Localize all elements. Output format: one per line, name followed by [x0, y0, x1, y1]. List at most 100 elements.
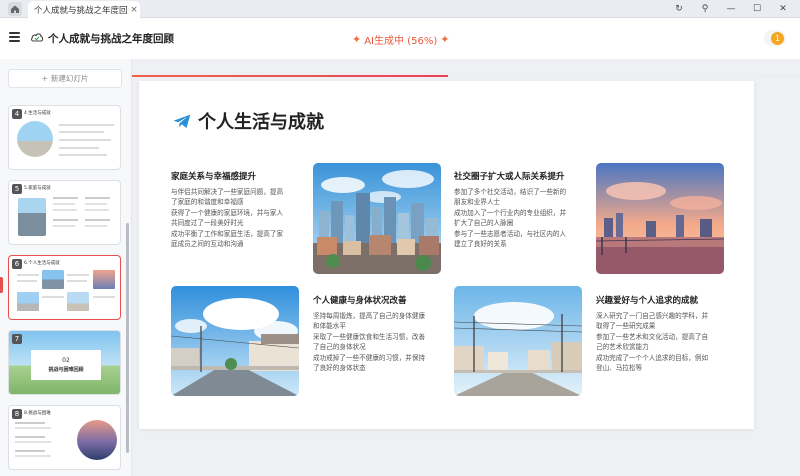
card-line: 成功完成了一个个人追求的目标，例如: [596, 353, 709, 362]
card-line: 扩大了自己的人脉圈: [454, 219, 514, 228]
thumbnail-image: [17, 292, 39, 311]
thumbnail-text-line: [15, 455, 51, 457]
card-line: 和体能水平: [313, 322, 346, 331]
thumbnail-text-line: [67, 280, 87, 282]
thumbnail-text-line: [59, 154, 107, 156]
slide-title-row: 个人生活与成就: [173, 108, 324, 134]
slide-number: 6: [12, 259, 22, 269]
card-line: 深入研究了一门自己感兴趣的学科，并: [596, 312, 709, 320]
thumbnail-text-line: [15, 450, 45, 452]
slide-caption: 5.家庭与成就: [24, 186, 51, 191]
hamburger-menu-icon[interactable]: [9, 32, 20, 42]
slide-thumbnail-6[interactable]: 6 6.个人生活与成就: [8, 255, 121, 320]
thumbnail-text-line: [85, 225, 107, 227]
slide-caption: 6.个人生活与成就: [24, 261, 60, 266]
card-line: 登山、马拉松等: [596, 364, 643, 373]
ai-status-text: AI生成中 (56%): [364, 36, 438, 47]
thumbnail-text-line: [53, 219, 78, 221]
thumbnail-text-line: [53, 203, 75, 205]
thumbnail-text-line: [59, 131, 104, 133]
card-title-family: 家庭关系与幸福感提升: [171, 172, 257, 182]
card-text-hobbies: 深入研究了一门自己感兴趣的学科，并 取得了一些研究成果 参加了一些艺术和文化活动…: [596, 311, 731, 373]
thumbnail-text-line: [85, 203, 107, 205]
slide-thumbnail-8[interactable]: 8 8.挑战与困难: [8, 405, 121, 470]
maximize-icon[interactable]: ☐: [744, 0, 770, 18]
slide-thumbnail-7[interactable]: 7 02 挑战与困难回顾: [8, 330, 121, 395]
card-text-health: 坚持每周锻炼，提高了自己的身体健康 和体能水平 采取了一些健康饮食和生活习惯，改…: [313, 311, 448, 373]
slide-number: 5: [12, 184, 22, 194]
sunset-rooftop-image: [596, 163, 724, 274]
card-line: 坚持每周锻炼，提高了自己的身体健康: [313, 312, 426, 320]
notification-badge[interactable]: 1: [764, 30, 786, 46]
thumbnail-text-line: [15, 422, 45, 424]
thumbnail-text-line: [15, 427, 51, 429]
thumbnail-scrollbar[interactable]: [126, 223, 129, 453]
thumbnail-text-line: [85, 219, 110, 221]
thumbnail-image: [77, 420, 117, 460]
thumbnail-text-line: [59, 139, 111, 141]
card-line: 参加了多个社交活动，结识了一些新的: [454, 188, 567, 196]
app-header: 个人成就与挑战之年度回顾 ✦ AI生成中 (56%) ✦ 1: [0, 18, 800, 77]
thumbnail-text-line: [85, 209, 109, 211]
card-line: 参与了一些志愿者活动，与社区内的人: [454, 229, 567, 238]
slide-caption: 8.挑战与困难: [24, 411, 51, 416]
thumbnail-text-line: [85, 197, 110, 199]
title-bar: 个人成就与挑战之年度回顾 × ↻ ⚲ — ☐ ✕: [0, 0, 800, 18]
tab-close-icon[interactable]: ×: [128, 5, 140, 15]
slide-thumbnail-5[interactable]: 5 5.家庭与成就: [8, 180, 121, 245]
card-text-family: 与伴侣共同解决了一些家庭问题，提高 了家庭的和谐度和幸福感 获得了一个健康的家庭…: [171, 187, 306, 249]
residential-street-image: [454, 286, 582, 396]
section-number: 02: [62, 357, 70, 364]
card-line: 朋友和业界人士: [454, 198, 501, 207]
home-icon[interactable]: [8, 2, 22, 16]
sparkle-icon: ✦: [440, 33, 450, 46]
document-title: 个人成就与挑战之年度回顾: [48, 33, 174, 45]
new-slide-label: 新建幻灯片: [50, 74, 89, 83]
notification-count: 1: [771, 31, 784, 45]
card-title-social: 社交圈子扩大或人际关系提升: [454, 172, 565, 182]
thumbnail-text-line: [15, 441, 51, 443]
card-line: 成功戒掉了一些不健康的习惯，并保持: [313, 353, 426, 362]
card-line: 成功平衡了工作和家庭生活，提高了家: [171, 229, 284, 238]
city-skyline-image: [313, 163, 441, 274]
cloud-sync-icon[interactable]: [30, 31, 44, 43]
ai-generation-status: ✦ AI生成中 (56%) ✦: [352, 32, 449, 47]
card-line: 参加了一些艺术和文化活动，提高了自: [596, 332, 709, 341]
card-line: 己的艺术欣赏能力: [596, 343, 649, 352]
thumbnail-text-line: [17, 274, 39, 276]
card-line: 采取了一些健康饮食和生活习惯，改善: [313, 332, 426, 341]
slide-caption: 4.生活与成就: [24, 111, 51, 116]
pin-icon[interactable]: ⚲: [692, 0, 718, 18]
card-line: 了良好的身体状态: [313, 364, 366, 373]
thumbnail-text-line: [42, 296, 64, 298]
slide-number: 8: [12, 409, 22, 419]
slide-title: 个人生活与成就: [198, 112, 324, 133]
sparkle-icon: ✦: [352, 33, 362, 46]
paper-plane-icon: [173, 114, 191, 128]
card-line: 取得了一些研究成果: [596, 322, 656, 331]
slide-number: 4: [12, 109, 22, 119]
thumbnail-text-line: [53, 225, 75, 227]
refresh-icon[interactable]: ↻: [666, 0, 692, 18]
slide-thumbnail-4[interactable]: 4 4.生活与成就: [8, 105, 121, 170]
section-title: 挑战与困难回顾: [48, 367, 84, 373]
thumbnail-image: [17, 121, 53, 157]
card-line: 成功加入了一个行业内的专业组织，并: [454, 208, 567, 217]
thumbnail-image: [67, 292, 89, 311]
thumbnail-text-line: [53, 197, 78, 199]
slide-canvas[interactable]: 个人生活与成就 家庭关系与幸福感提升 与伴侣共同解决了一些家庭问题，提高 了家庭…: [139, 81, 754, 429]
card-title-hobbies: 兴趣爱好与个人追求的成就: [596, 296, 699, 306]
active-slide-indicator: [0, 277, 3, 293]
browser-tab[interactable]: 个人成就与挑战之年度回顾 ×: [28, 1, 140, 18]
card-line: 庭成员之间的互动和沟通: [171, 240, 244, 249]
thumbnail-image: [42, 270, 64, 289]
minimize-icon[interactable]: —: [718, 0, 744, 18]
thumbnail-image: [18, 198, 46, 236]
thumbnail-text-line: [67, 274, 89, 276]
slide-number: 7: [12, 334, 22, 344]
slide-thumbnail-panel: + 新建幻灯片 4 4.生活与成就 5 5.家庭与成就 6 6.个人生活与成就: [0, 59, 132, 476]
tab-title: 个人成就与挑战之年度回顾: [34, 5, 128, 16]
close-icon[interactable]: ✕: [770, 0, 796, 18]
card-line: 获得了一个健康的家庭环境，并与家人: [171, 208, 284, 217]
new-slide-button[interactable]: + 新建幻灯片: [8, 69, 122, 88]
